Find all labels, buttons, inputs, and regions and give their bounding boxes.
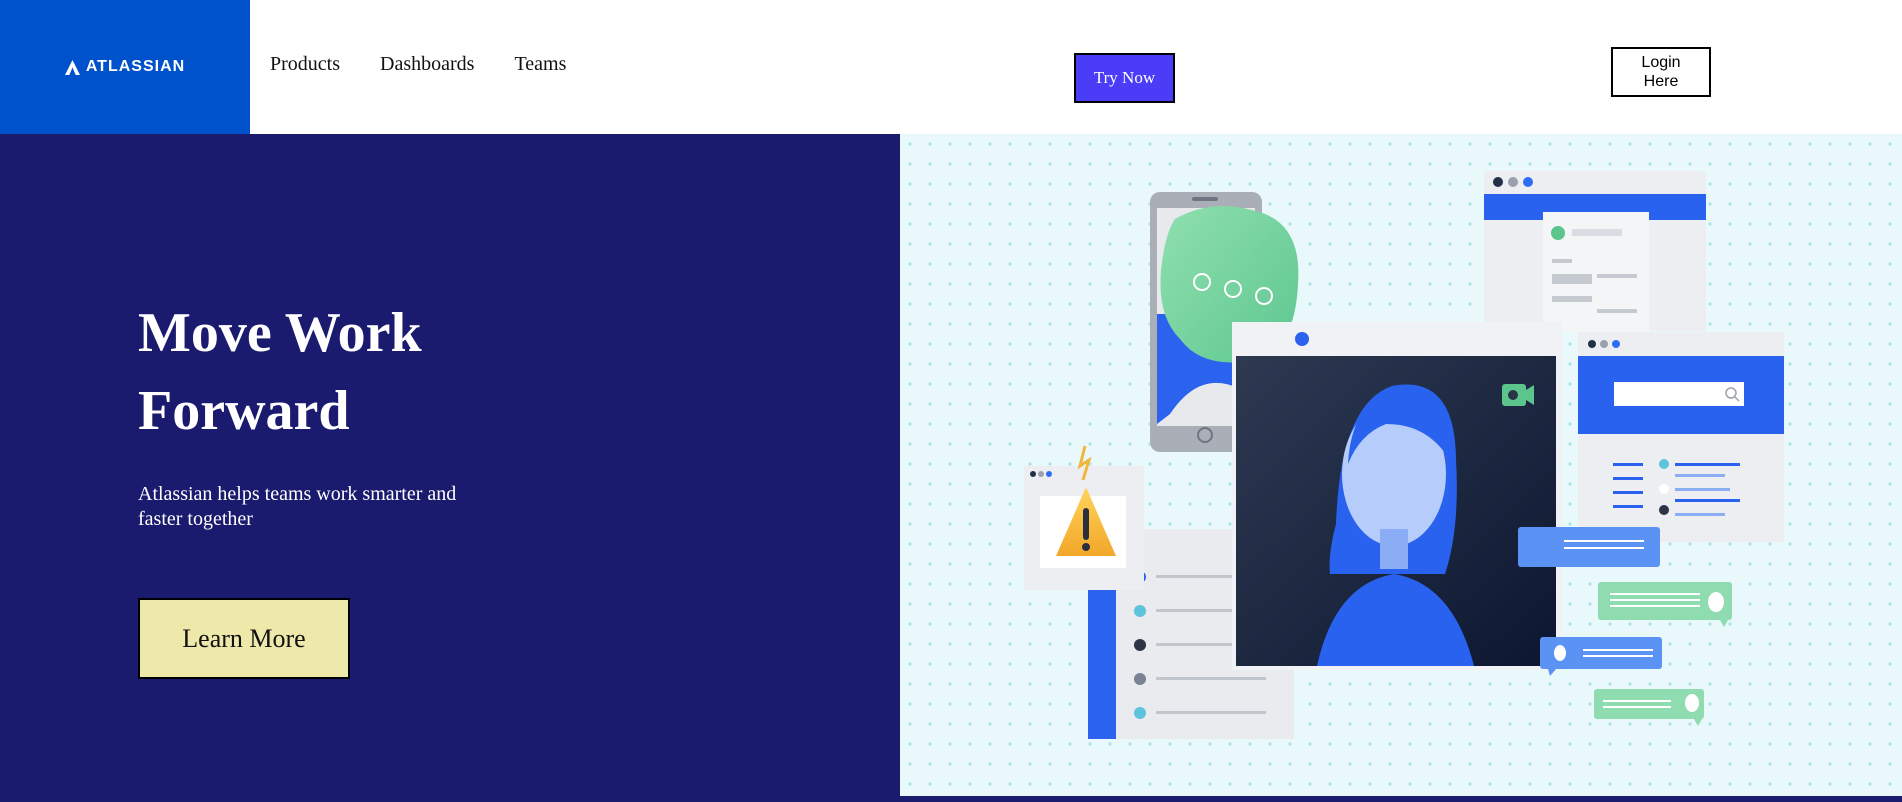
learn-more-button[interactable]: Learn More bbox=[138, 598, 350, 679]
atlassian-logo[interactable]: ATLASSIAN bbox=[0, 0, 250, 134]
search-window bbox=[1578, 332, 1784, 542]
brand-name: ATLASSIAN bbox=[85, 58, 186, 75]
hero-bottom-strip bbox=[900, 796, 1902, 802]
nav-link-teams[interactable]: Teams bbox=[514, 53, 566, 76]
try-now-button[interactable]: Try Now bbox=[1074, 53, 1175, 103]
top-navbar: ATLASSIAN Products Dashboards Teams Try … bbox=[0, 0, 1902, 134]
login-button[interactable]: Login Here bbox=[1611, 47, 1711, 97]
nav-link-dashboards[interactable]: Dashboards bbox=[380, 53, 474, 76]
hero-subtitle: Atlassian helps teams work smarter and f… bbox=[138, 483, 457, 530]
hero-title: Move Work Forward bbox=[138, 302, 422, 442]
warning-icon bbox=[1024, 445, 1144, 590]
browser-window-icon bbox=[1484, 171, 1706, 332]
nav-link-products[interactable]: Products bbox=[270, 53, 340, 76]
hero-illustration bbox=[900, 134, 1902, 802]
atlassian-logo-icon bbox=[64, 59, 80, 75]
collaboration-illustration bbox=[900, 134, 1902, 802]
nav-links: Products Dashboards Teams bbox=[270, 53, 606, 76]
hero-section: Move Work Forward Atlassian helps teams … bbox=[0, 134, 900, 802]
